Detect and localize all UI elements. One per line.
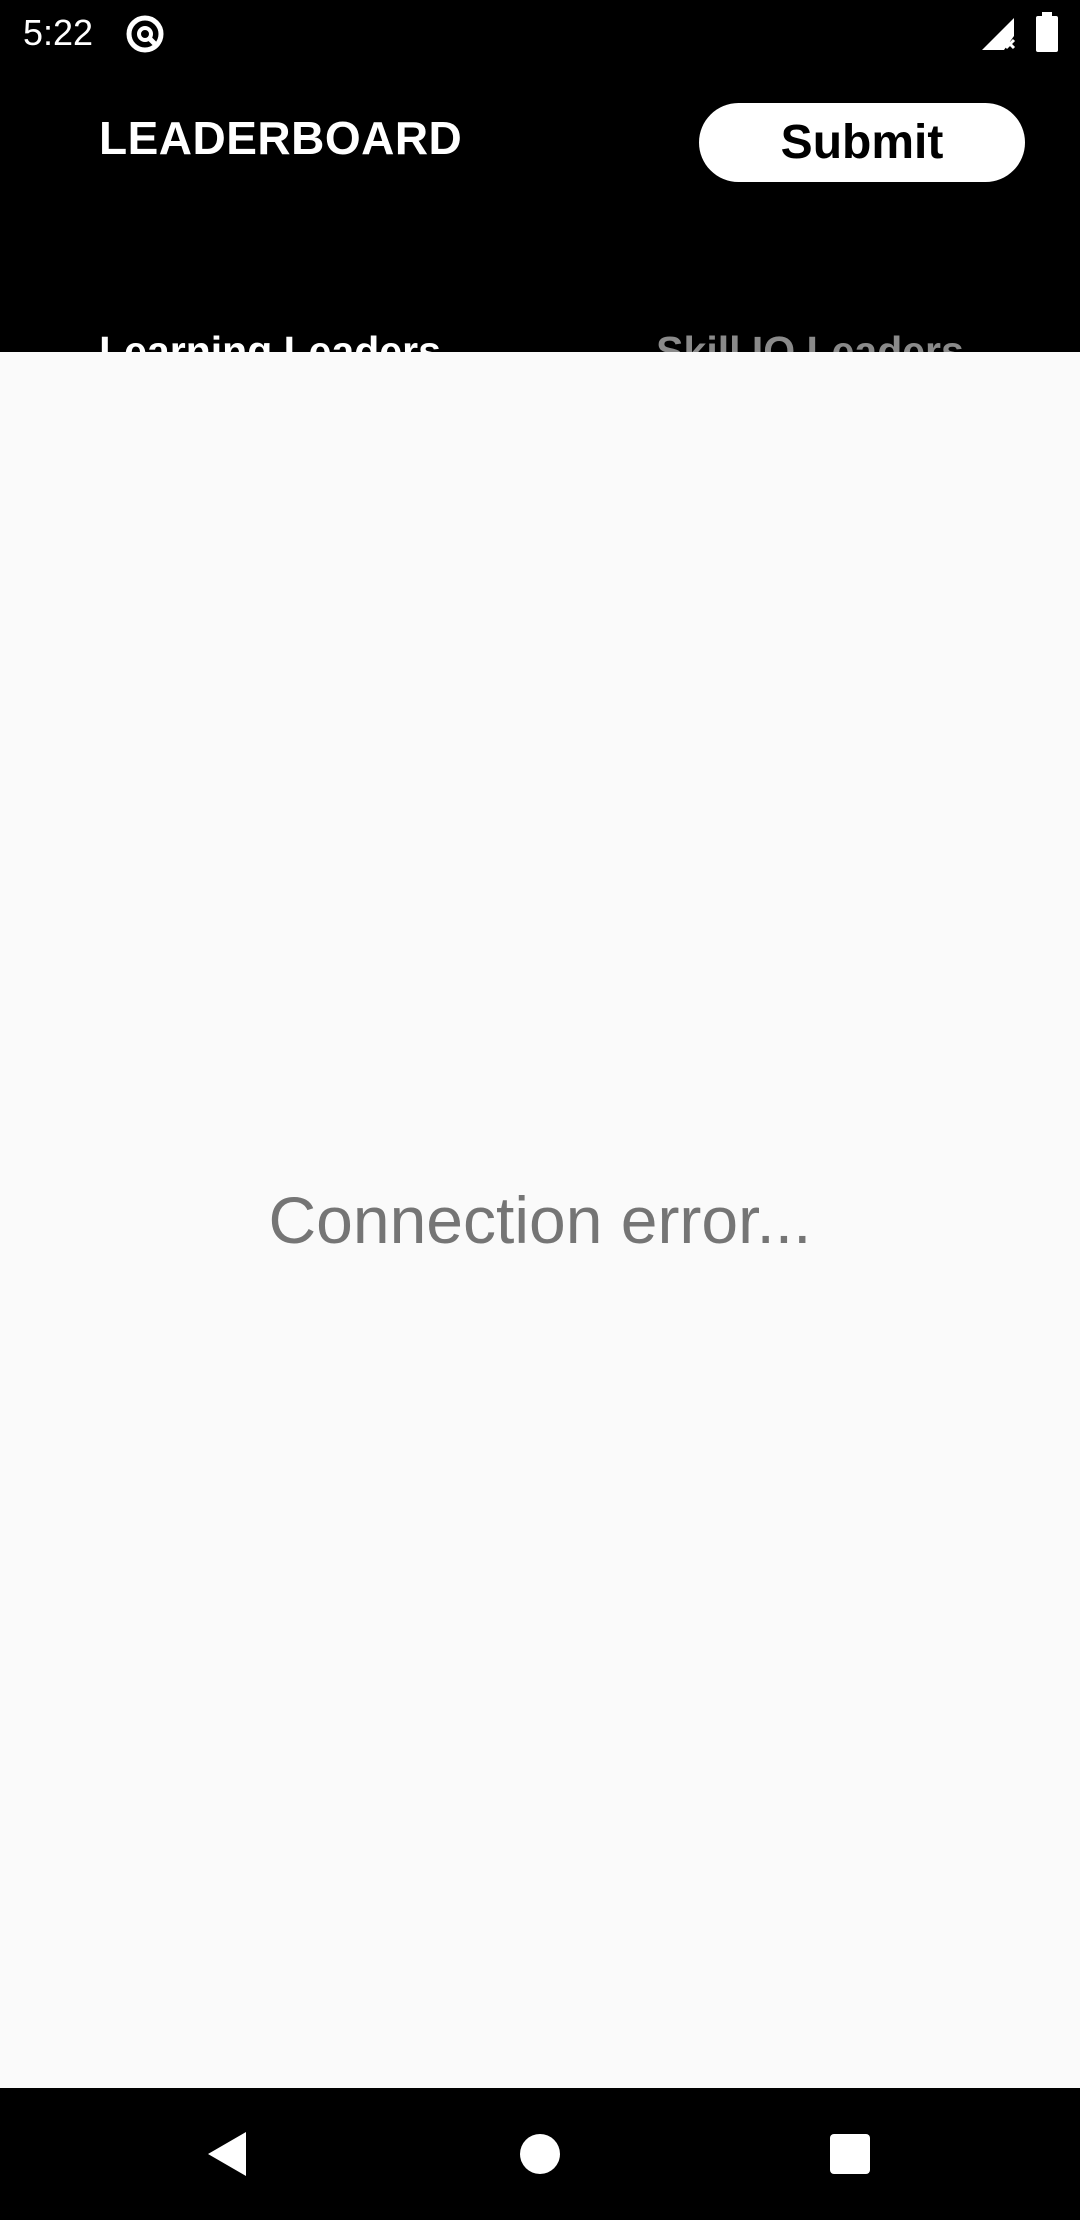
recents-icon: [830, 2134, 870, 2174]
home-icon: [520, 2134, 560, 2174]
navigation-bar: [0, 2088, 1080, 2220]
home-button[interactable]: [504, 2118, 576, 2190]
leaderboard-content: Connection error...: [0, 352, 1080, 2088]
signal-icon: [982, 18, 1016, 50]
status-bar: 5:22: [0, 0, 1080, 66]
screen: 5:22 LEADERBOARD Submit Learning Leaders…: [0, 0, 1080, 2220]
recents-button[interactable]: [814, 2118, 886, 2190]
page-title: LEADERBOARD: [99, 112, 463, 164]
submit-button[interactable]: Submit: [699, 103, 1025, 182]
battery-icon: [1036, 12, 1058, 52]
back-icon: [208, 2132, 246, 2176]
connection-error-message: Connection error...: [268, 1183, 812, 1257]
app-notification-icon: [126, 15, 164, 53]
status-time: 5:22: [23, 12, 94, 53]
back-button[interactable]: [192, 2118, 264, 2190]
